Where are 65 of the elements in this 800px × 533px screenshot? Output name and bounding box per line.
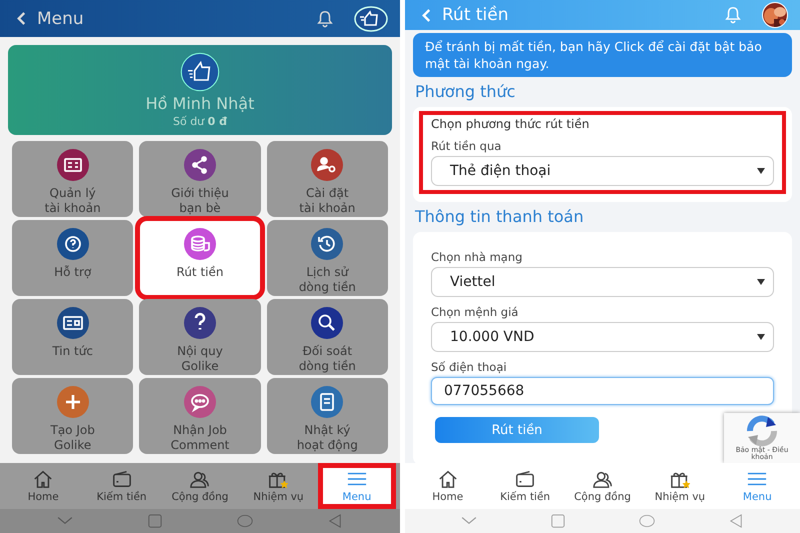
tile-label: Hỗ trợ [54,265,92,280]
tile-label: Nhận Job Comment [170,423,230,453]
caret-icon [757,334,765,340]
back-triangle-icon[interactable] [327,514,343,528]
caret-icon [757,279,765,285]
caret-icon [757,168,765,174]
tile-label: Đối soát dòng tiền [298,344,356,374]
tile-label: Nội quy Golike [177,344,223,374]
menu-tile[interactable]: Quản lý tài khoản [12,141,134,217]
security-notice[interactable]: Để tránh bị mất tiền, bạn hãy Click để cài đặt bật bảo mật tài khoản ngay. [413,33,792,77]
tile-label: Tin tức [52,344,93,359]
nav-item[interactable]: Menu [318,463,396,509]
screen-title: Menu [37,8,85,28]
tile-label: Rút tiền [176,265,224,280]
section-heading: Thông tin thanh toán [414,206,585,228]
menu-tile[interactable]: Rút tiền [139,220,261,296]
menu-tile[interactable]: Nhật ký hoạt động [266,378,388,454]
people-icon [590,469,615,489]
back-icon[interactable] [16,11,27,26]
menu-tile[interactable]: Tin tức [12,299,134,375]
circle-icon[interactable] [638,514,655,528]
phone-input-field[interactable]: 077055668 [431,377,774,405]
nav-item[interactable]: Nhiệm vụ [239,463,318,509]
dropdown-field[interactable]: Viettel [431,267,774,297]
menu-tile[interactable]: Tạo Job Golike [12,378,134,454]
nav-item[interactable]: Kiếm tiền [486,463,564,509]
menu-tile[interactable]: Đối soát dòng tiền [266,299,388,375]
back-triangle-icon[interactable] [728,514,744,528]
field-label: Chọn nhà mạng [431,250,524,264]
tile-label: Nhật ký hoạt động [296,423,358,453]
nav-item[interactable]: Cộng đồng [160,463,240,509]
menu-tile[interactable]: Hỗ trợ [12,220,134,296]
menu-tile[interactable]: Nhận Job Comment [139,378,261,454]
menu-tile[interactable]: Giới thiệu bạn bè [139,141,261,217]
field-label: Số điện thoại [431,360,508,374]
tile-label: Giới thiệu bạn bè [171,186,229,216]
square-icon[interactable] [147,514,163,528]
menu-tile[interactable]: Lịch sử dòng tiền [266,220,388,296]
nav-item[interactable]: Menu [718,463,796,509]
form-subtitle: Chọn phương thức rút tiền [431,117,590,131]
nav-item[interactable]: Home [4,463,82,509]
user-name: Hồ Minh Nhật [146,94,254,113]
field-label: Rút tiền qua [431,139,502,153]
menu-tile[interactable]: Cài đặt tài khoản [266,141,388,217]
menu-tile[interactable]: Nội quy Golike [139,299,261,375]
square-icon[interactable] [550,514,566,528]
nav-item[interactable]: Home [409,463,486,509]
nav-item[interactable]: Cộng đồng [564,463,642,509]
balance-text: Số dư 0 đ [172,115,228,128]
tile-label: Lịch sử dòng tiền [298,265,356,295]
tile-label: Quản lý tài khoản [44,186,101,216]
tile-label: Cài đặt tài khoản [299,186,356,216]
screen-title: Rút tiền [442,5,510,25]
bell-icon[interactable] [316,10,334,28]
dropdown-field[interactable]: Thẻ điện thoại [431,156,774,186]
circle-icon[interactable] [237,514,253,528]
thumbs-up-icon [180,52,220,92]
nav-item[interactable]: Kiếm tiền [82,463,161,509]
withdraw-button[interactable]: Rút tiền [435,417,599,443]
thumbs-up-icon[interactable] [354,6,388,32]
tile-label: Tạo Job Golike [50,423,95,453]
field-label: Chọn mệnh giá [431,305,520,319]
section-heading: Phương thức [414,81,516,103]
nav-item[interactable]: Nhiệm vụ [641,463,719,509]
dropdown-field[interactable]: 10.000 VND [431,322,774,352]
